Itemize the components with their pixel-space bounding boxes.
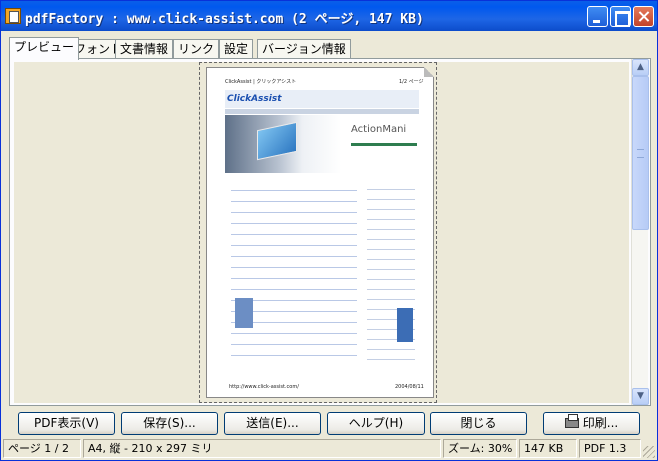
print-button[interactable]: 印刷... (543, 412, 640, 435)
tab-document-info[interactable]: 文書情報 (115, 39, 174, 59)
preview-panel: ClickAssist | クリックアシスト 1/2 ページ ClickAssi… (9, 58, 651, 406)
site-nav-bar (225, 109, 419, 114)
tab-links[interactable]: リンク (173, 39, 220, 59)
status-file-size: 147 KB (519, 439, 577, 458)
page-frame: ClickAssist | クリックアシスト 1/2 ページ ClickAssi… (199, 62, 437, 403)
minimize-icon[interactable] (587, 6, 608, 27)
page-footer-left: http://www.click-assist.com/ (229, 384, 299, 390)
status-zoom: ズーム: 30% (443, 439, 517, 458)
save-button[interactable]: 保存(S)... (121, 412, 218, 435)
vertical-scrollbar[interactable]: ▲ ▼ (631, 59, 649, 405)
preview-area[interactable]: ClickAssist | クリックアシスト 1/2 ページ ClickAssi… (14, 62, 629, 403)
page-main-content (231, 184, 357, 366)
close-button[interactable]: 閉じる (430, 412, 527, 435)
scroll-up-arrow-icon[interactable]: ▲ (632, 59, 649, 76)
scroll-down-arrow-icon[interactable]: ▼ (632, 388, 649, 405)
maximize-icon[interactable] (610, 6, 631, 27)
close-icon[interactable] (633, 6, 654, 27)
banner-text: ActionMani (351, 124, 407, 135)
status-paper-size: A4, 縦 - 210 x 297 ミリ (83, 439, 441, 458)
status-bar: ページ 1 / 2 A4, 縦 - 210 x 297 ミリ ズーム: 30% … (1, 438, 657, 460)
page-header-right: 1/2 ページ (399, 79, 424, 85)
pdffactory-app-icon[interactable] (5, 8, 21, 24)
window-title: pdfFactory : www.click-assist.com (2 ページ… (25, 12, 424, 27)
tab-version-info[interactable]: バージョン情報 (257, 39, 351, 59)
status-pdf-version: PDF 1.3 (579, 439, 641, 458)
page-footer-right: 2004/08/11 (395, 384, 424, 390)
send-button[interactable]: 送信(E)... (224, 412, 321, 435)
site-logo: ClickAssist (227, 94, 282, 104)
printer-icon (564, 414, 579, 428)
banner-subtitle (351, 143, 417, 146)
print-button-label: 印刷... (582, 416, 619, 430)
help-button[interactable]: ヘルプ(H) (327, 412, 425, 435)
pdf-view-button[interactable]: PDF表示(V) (18, 412, 115, 435)
pdffactory-window: pdfFactory : www.click-assist.com (2 ページ… (0, 0, 658, 461)
content-thumbnail-image (235, 298, 253, 328)
tab-settings[interactable]: 設定 (219, 39, 254, 59)
sidebar-book-image (397, 308, 413, 342)
scroll-thumb[interactable] (632, 76, 649, 230)
page-header-left: ClickAssist | クリックアシスト (225, 79, 297, 85)
title-bar[interactable]: pdfFactory : www.click-assist.com (2 ページ… (1, 1, 657, 31)
resize-grip[interactable] (643, 446, 655, 458)
status-page: ページ 1 / 2 (3, 439, 81, 458)
page-thumbnail[interactable]: ClickAssist | クリックアシスト 1/2 ページ ClickAssi… (206, 67, 434, 398)
tab-preview[interactable]: プレビュー (9, 37, 80, 60)
